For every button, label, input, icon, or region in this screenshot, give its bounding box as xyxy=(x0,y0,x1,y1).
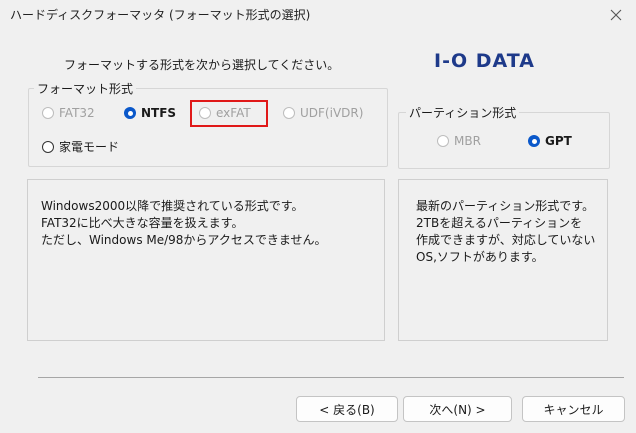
radio-circle-icon xyxy=(283,107,295,119)
radio-label: FAT32 xyxy=(59,106,95,120)
cancel-button[interactable]: キャンセル xyxy=(522,396,625,422)
instruction-text: フォーマットする形式を次から選択してください。 xyxy=(64,58,340,72)
radio-circle-icon xyxy=(42,107,54,119)
radio-selected-icon xyxy=(124,107,136,119)
io-data-logo: I-O DATA xyxy=(434,50,535,72)
exfat-highlight-box xyxy=(190,100,268,127)
description-line: 2TBを超えるパーティションを xyxy=(416,216,583,230)
radio-circle-icon xyxy=(437,135,449,147)
separator-line xyxy=(38,377,624,378)
description-line: OS,ソフトがあります。 xyxy=(416,250,544,264)
title-bar: ハードディスクフォーマッタ (フォーマット形式の選択) xyxy=(0,0,636,30)
description-line: ただし、Windows Me/98からアクセスできません。 xyxy=(41,233,327,247)
window-title: ハードディスクフォーマッタ (フォーマット形式の選択) xyxy=(10,8,311,22)
radio-fat32[interactable]: FAT32 xyxy=(42,106,95,120)
format-description-panel: Windows2000以降で推奨されている形式です。 FAT32に比べ大きな容量… xyxy=(27,179,385,341)
next-button[interactable]: 次へ(N) > xyxy=(403,396,512,422)
radio-label: 家電モード xyxy=(59,140,120,154)
radio-gpt[interactable]: GPT xyxy=(528,134,572,148)
radio-label: UDF(iVDR) xyxy=(300,106,364,120)
description-line: 作成できますが、対応していない xyxy=(416,233,596,247)
description-line: Windows2000以降で推奨されている形式です。 xyxy=(41,199,304,213)
radio-circle-icon xyxy=(42,140,54,153)
radio-udf-ivdr[interactable]: UDF(iVDR) xyxy=(283,106,363,120)
description-line: 最新のパーティション形式です。 xyxy=(416,199,595,213)
radio-label: GPT xyxy=(545,134,572,148)
description-line: FAT32に比べ大きな容量を扱えます。 xyxy=(41,216,244,230)
close-button[interactable] xyxy=(604,3,628,27)
format-type-group-label: フォーマット形式 xyxy=(34,80,137,97)
radio-label: MBR xyxy=(454,134,481,148)
radio-appliance-mode[interactable]: 家電モード xyxy=(42,138,119,155)
partition-type-group-label: パーティション形式 xyxy=(406,104,520,121)
radio-selected-icon xyxy=(528,135,540,147)
radio-label: NTFS xyxy=(141,106,177,120)
back-button[interactable]: < 戻る(B) xyxy=(296,396,398,422)
radio-ntfs[interactable]: NTFS xyxy=(124,106,176,120)
close-icon xyxy=(610,9,622,21)
partition-description-panel: 最新のパーティション形式です。 2TBを超えるパーティションを 作成できますが、… xyxy=(398,179,608,341)
radio-mbr[interactable]: MBR xyxy=(437,134,481,148)
